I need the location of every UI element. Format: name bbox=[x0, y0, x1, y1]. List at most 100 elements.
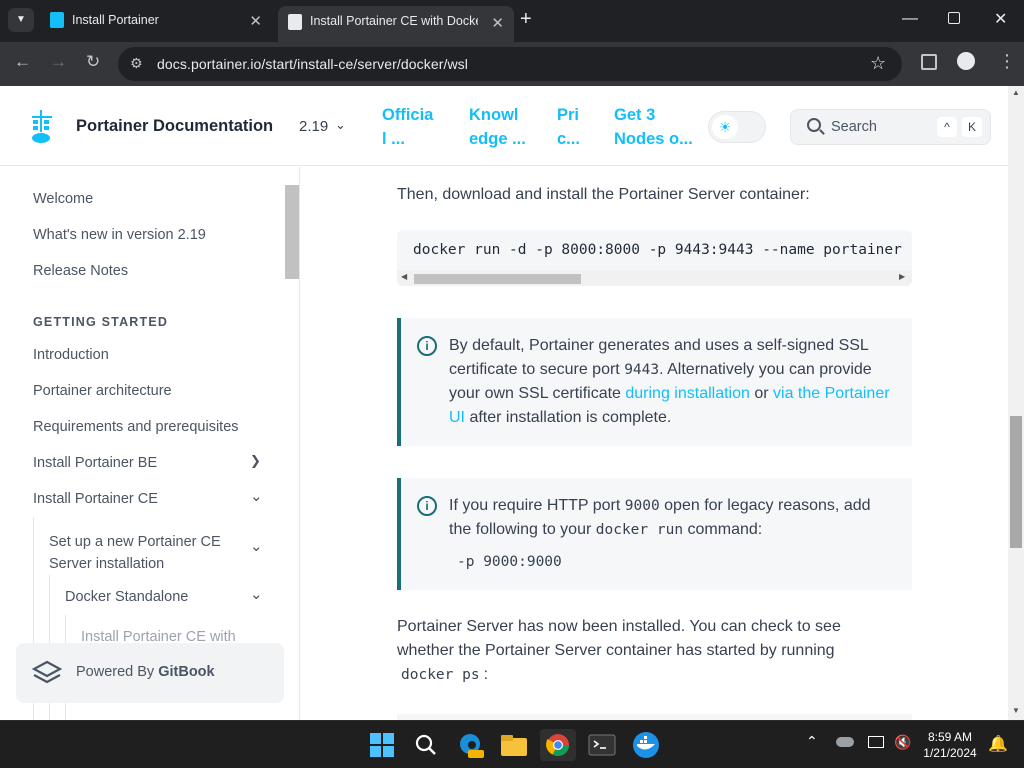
gitbook-name: GitBook bbox=[158, 664, 215, 680]
inline-code-port: 9000 bbox=[624, 498, 660, 514]
chrome-icon[interactable] bbox=[540, 729, 576, 761]
search-label: Search bbox=[831, 119, 877, 135]
portainer-logo-icon[interactable] bbox=[30, 110, 54, 144]
info-hint-http-port: i If you require HTTP port 9000 open for… bbox=[397, 478, 912, 590]
minimize-button[interactable]: — bbox=[902, 10, 918, 28]
tab-title: Install Portainer bbox=[72, 13, 159, 27]
hint-http-text: If you require HTTP port 9000 open for l… bbox=[449, 497, 871, 538]
portainer-favicon bbox=[50, 12, 64, 28]
sidebar-item-install-be[interactable]: Install Portainer BE bbox=[33, 455, 157, 471]
clock-time: 8:59 AM bbox=[927, 730, 973, 744]
new-tab-button[interactable]: + bbox=[520, 8, 532, 31]
version-label: 2.19 bbox=[299, 118, 329, 135]
nav-link-pricing[interactable]: Pri c... bbox=[557, 103, 580, 151]
windows-logo-icon bbox=[370, 733, 394, 757]
sidebar-item-requirements[interactable]: Requirements and prerequisites bbox=[33, 419, 239, 435]
page-scrollbar[interactable]: ▲ ▼ bbox=[1008, 86, 1024, 720]
sidebar-item-whats-new[interactable]: What's new in version 2.19 bbox=[33, 227, 206, 243]
hint-ssl-text: By default, Portainer generates and uses… bbox=[449, 337, 890, 426]
code-text[interactable]: docker run -d -p 8000:8000 -p 9443:9443 … bbox=[413, 242, 912, 258]
shortcut-key-k: K bbox=[962, 117, 982, 137]
sun-icon: ☀ bbox=[712, 115, 738, 139]
code-scroll-thumb[interactable] bbox=[414, 274, 581, 284]
nav-link-official[interactable]: Officia l ... bbox=[382, 103, 433, 151]
restore-button[interactable] bbox=[948, 12, 960, 24]
info-icon: i bbox=[417, 496, 437, 516]
site-info-icon[interactable]: ⚙ bbox=[130, 55, 143, 72]
scroll-right-icon[interactable]: ▶ bbox=[899, 272, 905, 281]
chevron-down-icon[interactable]: ⌄ bbox=[250, 487, 263, 505]
sidebar-item-welcome[interactable]: Welcome bbox=[33, 191, 93, 207]
close-tab-icon[interactable]: ✕ bbox=[491, 14, 504, 32]
inline-code-port: 9443 bbox=[624, 362, 660, 378]
docker-desktop-icon[interactable] bbox=[630, 729, 662, 761]
search-button[interactable]: Search ^ K bbox=[790, 109, 991, 145]
start-button[interactable] bbox=[366, 729, 398, 761]
reload-icon[interactable]: ↻ bbox=[86, 52, 100, 72]
scroll-left-icon[interactable]: ◀ bbox=[401, 272, 407, 281]
plus-icon: + bbox=[520, 8, 532, 30]
theme-toggle[interactable]: ☀ bbox=[708, 111, 766, 143]
inline-code-docker-ps: docker ps bbox=[401, 667, 480, 683]
chevron-down-icon[interactable]: ⌄ bbox=[250, 537, 263, 555]
powered-by-gitbook[interactable]: Powered By GitBook bbox=[16, 643, 284, 703]
chevron-right-icon[interactable]: ❯ bbox=[250, 453, 261, 469]
browser-tab-1[interactable]: Install Portainer ✕ bbox=[44, 6, 272, 36]
back-arrow-icon[interactable]: ← bbox=[14, 52, 31, 72]
kebab-menu-icon[interactable]: ⋮ bbox=[998, 51, 1016, 72]
scroll-up-icon[interactable]: ▲ bbox=[1012, 88, 1020, 97]
close-icon: ✕ bbox=[994, 11, 1008, 28]
sidebar-scroll-thumb[interactable] bbox=[285, 185, 299, 279]
browser-tab-2[interactable]: Install Portainer CE with Docker ✕ bbox=[278, 6, 514, 42]
close-window-button[interactable]: ✕ bbox=[994, 9, 1007, 29]
docs-header: Portainer Documentation 2.19 ⌄ Officia l… bbox=[0, 86, 1008, 166]
side-panel-icon[interactable] bbox=[921, 54, 937, 70]
tab-title: Install Portainer CE with Docker bbox=[310, 14, 478, 28]
sidebar-item-install-ce[interactable]: Install Portainer CE bbox=[33, 491, 158, 507]
windows-taskbar: ⌃ 🔇 8:59 AM 1/21/2024 🔔 bbox=[0, 720, 1024, 768]
sidebar-item-architecture[interactable]: Portainer architecture bbox=[33, 383, 172, 399]
info-icon: i bbox=[417, 336, 437, 356]
sidebar: Welcome What's new in version 2.19 Relea… bbox=[0, 167, 300, 720]
onedrive-icon[interactable] bbox=[836, 737, 854, 747]
site-title[interactable]: Portainer Documentation bbox=[76, 117, 273, 136]
minimize-icon: — bbox=[902, 10, 918, 27]
file-explorer-icon[interactable] bbox=[498, 729, 530, 761]
url-text[interactable]: docs.portainer.io/start/install-ce/serve… bbox=[157, 56, 468, 72]
chevron-down-icon[interactable]: ⌄ bbox=[250, 585, 263, 603]
show-hidden-icons-chevron-icon[interactable]: ⌃ bbox=[806, 733, 818, 750]
browser-tab-strip: ▼ Install Portainer ✕ Install Portainer … bbox=[0, 0, 1024, 42]
sidebar-scrollbar[interactable] bbox=[285, 185, 299, 720]
address-bar[interactable]: ⚙ docs.portainer.io/start/install-ce/ser… bbox=[118, 47, 902, 81]
link-during-installation[interactable]: during installation bbox=[625, 385, 750, 402]
portainer-favicon bbox=[288, 14, 302, 30]
nav-link-knowledge[interactable]: Knowl edge ... bbox=[469, 103, 526, 151]
sidebar-item-setup-ce-server[interactable]: Set up a new Portainer CE Server install… bbox=[49, 531, 221, 575]
forward-arrow-icon[interactable]: → bbox=[50, 52, 67, 72]
volume-muted-icon[interactable]: 🔇 bbox=[894, 734, 911, 751]
info-hint-ssl: i By default, Portainer generates and us… bbox=[397, 318, 912, 446]
page-scroll-thumb[interactable] bbox=[1010, 416, 1022, 548]
code-block-docker-run: docker run -d -p 8000:8000 -p 9443:9443 … bbox=[397, 230, 912, 286]
bookmark-star-icon[interactable]: ☆ bbox=[870, 53, 886, 74]
system-clock[interactable]: 8:59 AM 1/21/2024 bbox=[916, 729, 984, 761]
code-horizontal-scrollbar[interactable]: ◀ ▶ bbox=[397, 270, 912, 286]
edge-pre-icon[interactable] bbox=[454, 729, 486, 761]
notification-bell-icon[interactable]: 🔔 bbox=[988, 734, 1008, 754]
sidebar-item-docker-standalone[interactable]: Docker Standalone bbox=[65, 589, 188, 605]
sidebar-item-release-notes[interactable]: Release Notes bbox=[33, 263, 128, 279]
gitbook-logo-icon bbox=[31, 660, 63, 686]
sidebar-heading: GETTING STARTED bbox=[33, 315, 169, 329]
version-selector[interactable]: 2.19 ⌄ bbox=[299, 116, 351, 138]
hint-code-port-flag[interactable]: -p 9000:9000 bbox=[457, 554, 562, 570]
network-icon[interactable] bbox=[868, 736, 884, 748]
nav-link-get-3-nodes[interactable]: Get 3 Nodes o... bbox=[614, 103, 693, 151]
scroll-down-icon[interactable]: ▼ bbox=[1012, 706, 1020, 715]
tab-search-button[interactable]: ▼ bbox=[8, 8, 34, 32]
close-tab-icon[interactable]: ✕ bbox=[249, 12, 262, 30]
sidebar-item-introduction[interactable]: Introduction bbox=[33, 347, 109, 363]
taskbar-search-icon[interactable] bbox=[410, 729, 442, 761]
profile-icon[interactable] bbox=[957, 52, 975, 70]
terminal-icon[interactable] bbox=[586, 729, 618, 761]
search-icon-handle bbox=[819, 129, 825, 135]
